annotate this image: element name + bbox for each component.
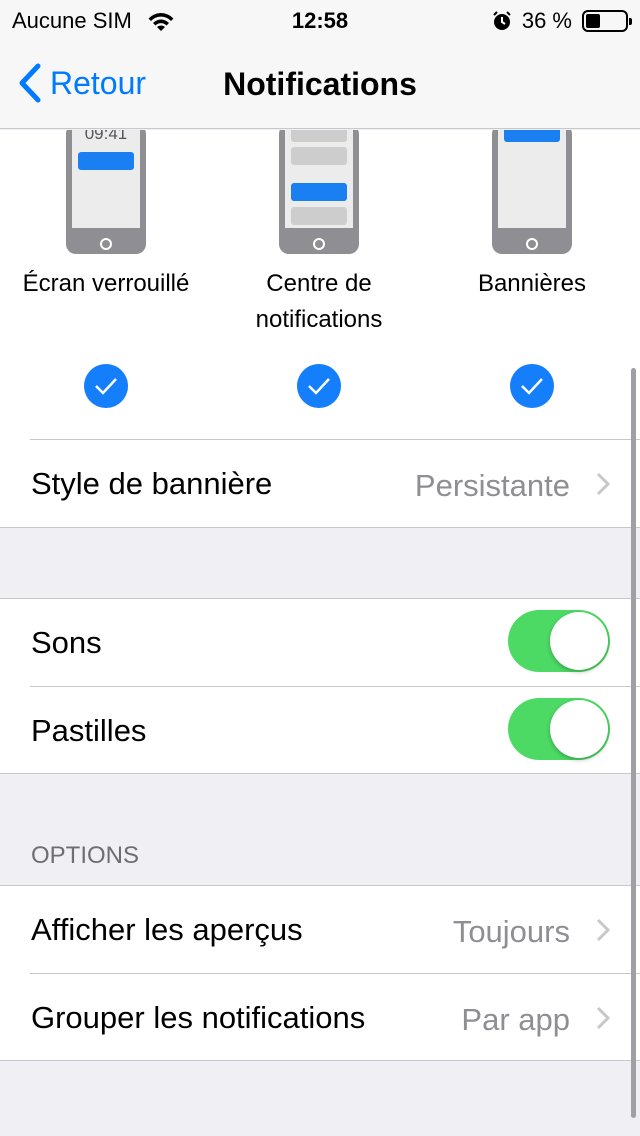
home-button-icon	[100, 238, 112, 250]
label-line: Bannières	[477, 270, 587, 297]
banner-style-row[interactable]: Style de bannière Persistante	[0, 440, 640, 527]
toggle-knob	[550, 700, 608, 758]
notification-bar	[291, 183, 347, 201]
lock-screen-preview[interactable]: 09:41	[66, 130, 146, 254]
show-previews-row[interactable]: Afficher les aperçus Toujours	[0, 886, 640, 974]
sounds-toggle[interactable]	[508, 610, 610, 672]
chevron-right-icon	[596, 918, 610, 942]
notification-center-checkbox[interactable]	[297, 364, 341, 408]
notification-center-label: Centre de notifications	[212, 266, 426, 338]
sounds-row: Sons	[0, 599, 640, 687]
notification-bar	[291, 147, 347, 165]
lock-screen-label: Écran verrouillé	[0, 266, 212, 302]
status-right: 36 %	[492, 8, 632, 34]
checkmark-icon	[308, 378, 330, 395]
show-previews-label: Afficher les aperçus	[31, 912, 303, 947]
banner-style-value: Persistante	[414, 468, 570, 503]
checkmark-icon	[95, 378, 117, 395]
battery-percent: 36 %	[521, 8, 572, 33]
badges-toggle[interactable]	[508, 698, 610, 760]
carrier-label: Aucune SIM	[12, 8, 132, 33]
phone-screen	[285, 130, 353, 228]
label-line: Écran verrouillé	[22, 270, 190, 297]
home-button-icon	[313, 238, 325, 250]
group-notifications-label: Grouper les notifications	[31, 1000, 366, 1035]
battery-icon	[582, 10, 632, 32]
group-notifications-value: Par app	[461, 1002, 570, 1037]
scroll-indicator[interactable]	[631, 368, 636, 1118]
alarm-icon	[493, 11, 511, 30]
notification-center-preview[interactable]	[279, 130, 359, 254]
banner-style-label: Style de bannière	[31, 466, 273, 501]
notification-bar	[78, 152, 134, 170]
phone-screen	[498, 130, 566, 228]
label-line: Centre de	[266, 270, 372, 297]
status-left: Aucune SIM	[12, 8, 176, 34]
label-line: notifications	[255, 306, 383, 333]
banners-checkbox[interactable]	[510, 364, 554, 408]
chevron-right-icon	[596, 1006, 610, 1030]
battery-tip	[629, 18, 632, 25]
notification-bar	[291, 130, 347, 142]
battery-fill	[586, 14, 600, 28]
navigation-bar: Retour Notifications	[0, 40, 640, 129]
preview-time: 09:41	[84, 130, 128, 143]
wifi-icon	[148, 13, 174, 31]
home-button-icon	[526, 238, 538, 250]
alert-styles-section: 09:41 Écran verrouillé Centre de notific…	[0, 130, 640, 528]
chevron-right-icon	[596, 472, 610, 496]
notification-bar	[504, 130, 560, 142]
page-title: Notifications	[223, 66, 417, 102]
options-group: Afficher les aperçus Toujours Grouper le…	[0, 885, 640, 1061]
options-section-header: OPTIONS	[31, 842, 140, 869]
status-bar: 12:58 Aucune SIM 36 %	[0, 0, 640, 40]
banners-label: Bannières	[426, 266, 638, 302]
banners-preview[interactable]	[492, 130, 572, 254]
checkmark-icon	[521, 378, 543, 395]
badges-row: Pastilles	[0, 687, 640, 773]
toggle-knob	[550, 612, 608, 670]
toggles-group: Sons Pastilles	[0, 598, 640, 774]
group-notifications-row[interactable]: Grouper les notifications Par app	[0, 974, 640, 1060]
badges-label: Pastilles	[31, 713, 147, 748]
show-previews-value: Toujours	[452, 914, 570, 949]
sounds-label: Sons	[31, 625, 102, 660]
phone-screen: 09:41	[72, 130, 140, 228]
lock-screen-checkbox[interactable]	[84, 364, 128, 408]
notification-bar	[291, 207, 347, 225]
